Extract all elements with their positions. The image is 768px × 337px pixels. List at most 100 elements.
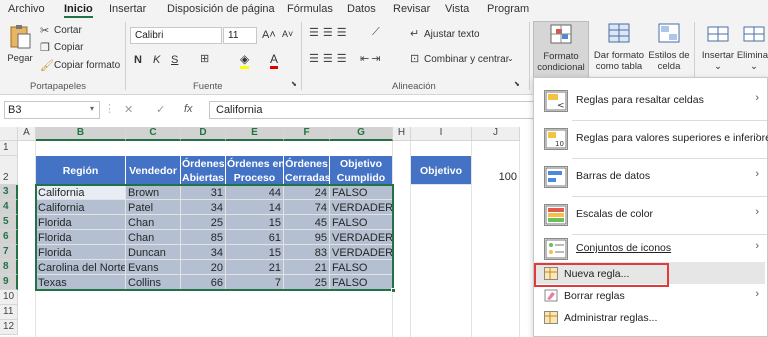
column-header-g[interactable]: G	[330, 127, 393, 141]
format-painter-button[interactable]: Copiar formato	[54, 60, 120, 71]
cell-f8[interactable]: 21	[284, 260, 330, 275]
menu-item-new-rule[interactable]: Nueva regla...	[534, 264, 767, 284]
cell-styles-button[interactable]: Estilos de celda	[648, 21, 690, 78]
row-header-1[interactable]: 1	[0, 141, 18, 156]
cut-button[interactable]: Cortar	[54, 25, 82, 36]
delete-cells-button[interactable]: Eliminar ⌄	[736, 21, 768, 78]
cell-g6[interactable]: VERDADERO	[330, 230, 393, 245]
name-box[interactable]: B3	[4, 101, 100, 119]
column-header-d[interactable]: D	[181, 127, 226, 141]
cell-e6[interactable]: 61	[226, 230, 284, 245]
objective-value-cell[interactable]: 100	[472, 171, 520, 185]
row-header-8[interactable]: 8	[0, 260, 18, 275]
alignment-launcher-icon[interactable]: ⬊	[514, 80, 520, 88]
tab-insertar[interactable]: Insertar	[109, 3, 146, 15]
italic-button[interactable]: K	[153, 54, 160, 66]
tab-programador[interactable]: Program	[487, 3, 529, 15]
insert-function-button[interactable]: fx	[184, 103, 193, 115]
fill-handle[interactable]	[391, 288, 396, 293]
cancel-icon[interactable]: ✕	[124, 103, 133, 116]
wrap-text-button[interactable]: Ajustar texto	[424, 29, 480, 40]
header-in-process[interactable]: Órdenes en Proceso	[226, 156, 284, 185]
cell-b3[interactable]: California	[36, 185, 126, 200]
cell-f9[interactable]: 25	[284, 275, 330, 290]
cell-b4[interactable]: California	[36, 200, 126, 215]
cell-g5[interactable]: FALSO	[330, 215, 393, 230]
cell-d4[interactable]: 34	[181, 200, 226, 215]
row-header-7[interactable]: 7	[0, 245, 18, 260]
row-header-9[interactable]: 9	[0, 275, 18, 290]
column-header-h[interactable]: H	[393, 127, 411, 141]
shrink-font-button[interactable]: A˅	[282, 29, 293, 39]
column-header-b[interactable]: B	[36, 127, 126, 141]
row-header-3[interactable]: 3	[0, 185, 18, 200]
cell-f7[interactable]: 83	[284, 245, 330, 260]
column-header-f[interactable]: F	[284, 127, 330, 141]
font-launcher-icon[interactable]: ⬊	[291, 80, 297, 88]
cell-d7[interactable]: 34	[181, 245, 226, 260]
merge-dropdown-icon[interactable]: ⌄	[507, 54, 514, 63]
bold-button[interactable]: N	[134, 54, 142, 66]
cell-g9[interactable]: FALSO	[330, 275, 393, 290]
cell-c8[interactable]: Evans	[126, 260, 181, 275]
cell-c9[interactable]: Collins	[126, 275, 181, 290]
column-header-e[interactable]: E	[226, 127, 284, 141]
cell-d3[interactable]: 31	[181, 185, 226, 200]
menu-item-highlight-rules[interactable]: < Reglas para resaltar celdas ›	[534, 84, 767, 118]
borders-icon[interactable]: ⊞	[200, 52, 209, 65]
cell-c6[interactable]: Chan	[126, 230, 181, 245]
cell-b5[interactable]: Florida	[36, 215, 126, 230]
copy-button[interactable]: Copiar	[54, 42, 83, 53]
font-name-select[interactable]: Calibri	[130, 27, 222, 44]
cell-c4[interactable]: Patel	[126, 200, 181, 215]
cell-e5[interactable]: 15	[226, 215, 284, 230]
menu-item-color-scales[interactable]: Escalas de color ›	[534, 198, 767, 232]
cell-e3[interactable]: 44	[226, 185, 284, 200]
row-header-6[interactable]: 6	[0, 230, 18, 245]
cell-e8[interactable]: 21	[226, 260, 284, 275]
cell-e7[interactable]: 15	[226, 245, 284, 260]
cell-f5[interactable]: 45	[284, 215, 330, 230]
header-closed-orders[interactable]: Órdenes Cerradas	[284, 156, 330, 185]
cell-b8[interactable]: Carolina del Norte	[36, 260, 126, 275]
cell-g8[interactable]: FALSO	[330, 260, 393, 275]
cell-d5[interactable]: 25	[181, 215, 226, 230]
row-header-10[interactable]: 10	[0, 290, 18, 305]
cell-f6[interactable]: 95	[284, 230, 330, 245]
row-header-5[interactable]: 5	[0, 215, 18, 230]
cell-f4[interactable]: 74	[284, 200, 330, 215]
select-all-corner[interactable]	[0, 127, 18, 141]
tab-revisar[interactable]: Revisar	[393, 3, 430, 15]
row-header-2[interactable]: 2	[0, 156, 18, 185]
menu-item-manage-rules[interactable]: Administrar reglas...	[534, 308, 767, 328]
column-header-c[interactable]: C	[126, 127, 181, 141]
enter-icon[interactable]: ✓	[156, 103, 165, 116]
menu-item-data-bars[interactable]: Barras de datos ›	[534, 160, 767, 194]
menu-item-top-bottom-rules[interactable]: 10 Reglas para valores superiores e infe…	[534, 122, 768, 156]
row-header-11[interactable]: 11	[0, 305, 18, 320]
header-open-orders[interactable]: Órdenes Abiertas	[181, 156, 226, 185]
cell-f3[interactable]: 24	[284, 185, 330, 200]
orientation-icon[interactable]: ⟋	[372, 26, 380, 39]
column-header-i[interactable]: I	[411, 127, 472, 141]
cell-b6[interactable]: Florida	[36, 230, 126, 245]
column-header-j[interactable]: J	[472, 127, 520, 141]
cell-c3[interactable]: Brown	[126, 185, 181, 200]
grow-font-button[interactable]: A˄	[262, 29, 276, 41]
tab-vista[interactable]: Vista	[445, 3, 469, 15]
conditional-format-button[interactable]: Formato condicional	[533, 21, 589, 78]
font-size-select[interactable]: 11	[223, 27, 257, 44]
name-box-dropdown-icon[interactable]: ▾	[90, 104, 94, 113]
tab-inicio[interactable]: Inicio	[64, 3, 93, 18]
insert-cells-button[interactable]: Insertar ⌄	[700, 21, 736, 78]
cell-d8[interactable]: 20	[181, 260, 226, 275]
row-header-12[interactable]: 12	[0, 320, 18, 335]
formula-input[interactable]: California	[209, 101, 535, 119]
cell-g4[interactable]: VERDADERO	[330, 200, 393, 215]
underline-button[interactable]: S	[171, 54, 178, 66]
cell-d9[interactable]: 66	[181, 275, 226, 290]
font-color-button[interactable]: A	[270, 52, 279, 69]
format-as-table-button[interactable]: Dar formato como tabla	[591, 21, 647, 78]
cell-g7[interactable]: VERDADERO	[330, 245, 393, 260]
cell-b7[interactable]: Florida	[36, 245, 126, 260]
